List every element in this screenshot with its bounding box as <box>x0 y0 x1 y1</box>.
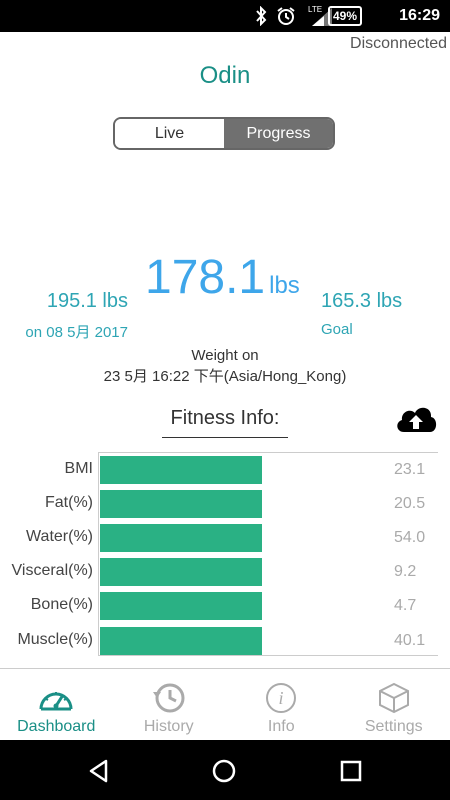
fitness-row-value: 23.1 <box>394 461 426 478</box>
connection-status: Disconnected <box>350 35 447 52</box>
chart-bottom-line <box>98 655 438 656</box>
fitness-row-bar <box>100 558 262 587</box>
alarm-icon <box>276 0 296 32</box>
fitness-row-bar <box>100 490 262 519</box>
network-type: LTE <box>308 5 322 14</box>
fitness-row-bar <box>100 626 262 655</box>
fitness-row-value: 9.2 <box>394 563 417 581</box>
system-nav-bar <box>0 740 450 800</box>
tab-live[interactable]: Live <box>115 119 224 148</box>
cloud-upload-icon[interactable] <box>394 404 438 434</box>
fitness-row-value: 40.1 <box>394 631 426 649</box>
fitness-row-label: Fat(%) <box>45 494 93 512</box>
bluetooth-icon <box>254 0 268 32</box>
start-weight: 195.1 lbs on 08 5月 2017 <box>18 290 128 342</box>
battery-level: 49% <box>327 6 362 26</box>
fitness-info-title: Fitness Info: <box>162 407 288 438</box>
chart-top-line <box>98 452 438 453</box>
bottom-nav: Dashboard History i Info Settings <box>0 668 450 741</box>
current-weight: 178.1 lbs <box>145 250 300 305</box>
weighed-on: Weight on 23 5月 16:22 下午(Asia/Hong_Kong) <box>0 345 450 387</box>
tab-info[interactable]: i Info <box>225 669 338 741</box>
fitness-row-value: 4.7 <box>394 597 417 615</box>
fitness-row-value: 20.5 <box>394 495 426 513</box>
back-icon[interactable] <box>86 758 112 784</box>
fitness-row-value: 54.0 <box>394 529 426 547</box>
tab-dashboard[interactable]: Dashboard <box>0 669 113 741</box>
current-weight-value: 178.1 <box>145 251 266 304</box>
tab-dashboard-label: Dashboard <box>17 718 96 735</box>
chart-left-line <box>98 452 99 656</box>
goal-weight-value: 165.3 lbs <box>321 290 403 312</box>
fitness-row-label: Bone(%) <box>30 596 93 614</box>
tab-history[interactable]: History <box>113 669 226 741</box>
tab-progress[interactable]: Progress <box>224 119 333 148</box>
fitness-row-bar <box>100 456 262 484</box>
status-bar: LTE 49% 16:29 <box>0 0 450 32</box>
goal-weight: 165.3 lbs Goal <box>321 290 402 338</box>
tab-history-label: History <box>143 718 194 735</box>
goal-weight-caption: Goal <box>321 321 353 338</box>
fitness-row-bar <box>100 592 262 621</box>
current-weight-unit: lbs <box>269 272 300 299</box>
view-toggle[interactable]: Live Progress <box>113 117 335 150</box>
device-name: Odin <box>199 62 251 89</box>
info-icon: i <box>266 683 297 713</box>
home-icon[interactable] <box>211 758 237 784</box>
start-weight-date: on 08 5月 2017 <box>25 324 128 341</box>
fitness-row-label: Water(%) <box>26 528 93 546</box>
fitness-row-label: Visceral(%) <box>11 562 94 580</box>
status-time: 16:29 <box>399 7 440 24</box>
recents-icon[interactable] <box>338 758 364 784</box>
fitness-row-label: BMI <box>64 460 93 477</box>
fitness-row-label: Muscle(%) <box>17 630 93 648</box>
settings-cube-icon <box>378 682 409 714</box>
fitness-row-bar <box>100 524 262 553</box>
tab-info-label: Info <box>267 718 295 735</box>
start-weight-value: 195.1 lbs <box>46 290 128 312</box>
svg-text:i: i <box>279 688 284 708</box>
dashboard-gauge-icon <box>39 692 73 711</box>
battery-icon: 49% <box>327 0 362 32</box>
history-clock-icon <box>152 683 185 713</box>
weighed-on-time: 23 5月 16:22 下午(Asia/Hong_Kong) <box>103 368 347 385</box>
tab-settings-label: Settings <box>364 718 423 735</box>
weighed-on-label: Weight on <box>191 347 259 364</box>
tab-settings[interactable]: Settings <box>338 669 450 741</box>
